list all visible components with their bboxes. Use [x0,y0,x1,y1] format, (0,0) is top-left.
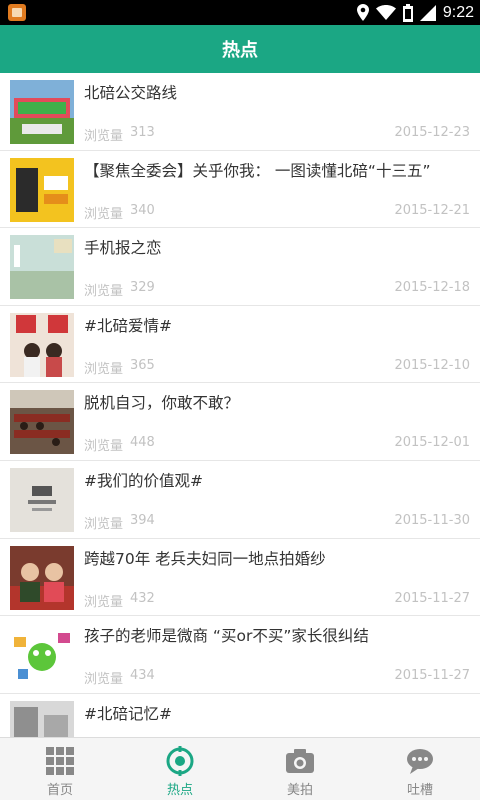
list-item[interactable]: 跨越70年 老兵夫妇同一地点拍婚纱 浏览量 432 2015-11-27 [0,539,480,617]
item-date: 2015-12-01 [394,435,470,451]
thumbnail-image [10,157,74,222]
news-list[interactable]: 北碚公交路线 浏览量 313 2015-12-23 【聚焦全委会】关乎你我： 一… [0,73,480,737]
item-date: 2015-11-27 [394,668,470,684]
views-count: 448 [130,435,155,451]
item-title: #北碚记忆# [84,704,172,723]
page-title: 热点 [222,40,258,61]
item-title: 孩子的老师是微商 “买or不买”家长很纠结 [84,627,369,646]
location-icon [356,4,369,21]
item-date: 2015-11-30 [394,512,470,528]
item-title: 脱机自习，你敢不敢？ [84,394,240,413]
app-notification-icon [8,4,26,21]
nav-item-home[interactable]: 首页 [0,738,120,800]
nav-label: 美拍 [286,783,313,798]
nav-label: 热点 [166,783,193,798]
target-icon [166,746,194,776]
nav-item-photo[interactable]: 美拍 [240,738,360,800]
item-date: 2015-12-10 [394,357,470,373]
item-date: 2015-12-18 [394,280,470,296]
item-date: 2015-11-27 [394,590,470,606]
views-count: 434 [130,668,155,684]
camera-icon [286,749,314,773]
nav-label: 首页 [46,783,73,798]
views-count: 313 [130,125,155,140]
views-count: 329 [130,280,155,296]
list-item[interactable]: #北碚记忆# [0,694,480,737]
views-label: 浏览量 [84,594,124,610]
thumbnail-image [10,312,74,377]
item-title: #北碚爱情# [84,316,172,335]
item-title: 跨越70年 老兵夫妇同一地点拍婚纱 [84,549,326,568]
views-count: 340 [130,202,155,218]
battery-icon [402,3,413,22]
list-item[interactable]: 【聚焦全委会】关乎你我： 一图读懂北碚“十三五” 浏览量 340 2015-12… [0,151,480,229]
views-label: 浏览量 [84,672,124,688]
item-title: 北碚公交路线 [84,84,178,102]
chat-bubble-icon [407,749,433,774]
views-count: 432 [130,590,155,606]
views-label: 浏览量 [84,361,124,377]
list-item[interactable]: 手机报之恋 浏览量 329 2015-12-18 [0,228,480,306]
thumbnail-image [10,390,74,455]
signal-icon [419,4,436,21]
list-item[interactable]: #我们的价值观# 浏览量 394 2015-11-30 [0,461,480,539]
nav-item-complaint[interactable]: 吐槽 [360,738,480,800]
item-date: 2015-12-21 [394,202,470,218]
views-label: 浏览量 [84,284,124,300]
views-count: 365 [130,357,155,373]
views-count: 394 [130,512,155,528]
list-item[interactable]: 孩子的老师是微商 “买or不买”家长很纠结 浏览量 434 2015-11-27 [0,616,480,694]
views-label: 浏览量 [84,129,124,144]
views-label: 浏览量 [84,206,124,222]
thumbnail-image [10,235,74,300]
list-item[interactable]: 脱机自习，你敢不敢？ 浏览量 448 2015-12-01 [0,383,480,461]
item-title: #我们的价值观# [84,471,203,490]
status-time: 9:22 [442,3,474,21]
views-label: 浏览量 [84,516,124,532]
thumbnail-image [10,623,74,688]
item-title: 手机报之恋 [84,239,162,258]
item-date: 2015-12-23 [394,125,470,140]
thumbnail-image [10,80,74,144]
thumbnail-image [10,700,74,737]
grid-icon [46,747,74,775]
title-bar: 热点 [0,25,480,73]
list-item[interactable]: 北碚公交路线 浏览量 313 2015-12-23 [0,73,480,151]
nav-label: 吐槽 [406,783,433,798]
thumbnail-image [10,545,74,610]
views-label: 浏览量 [84,439,124,455]
status-bar: 9:22 [0,0,480,25]
list-item[interactable]: #北碚爱情# 浏览量 365 2015-12-10 [0,306,480,384]
item-title: 【聚焦全委会】关乎你我： 一图读懂北碚“十三五” [84,161,431,180]
thumbnail-image [10,467,74,532]
nav-item-hot[interactable]: 热点 [120,738,240,800]
wifi-icon [375,5,396,20]
bottom-nav: 首页 热点 美拍 吐槽 [0,737,480,800]
status-icons: 9:22 [356,0,474,25]
